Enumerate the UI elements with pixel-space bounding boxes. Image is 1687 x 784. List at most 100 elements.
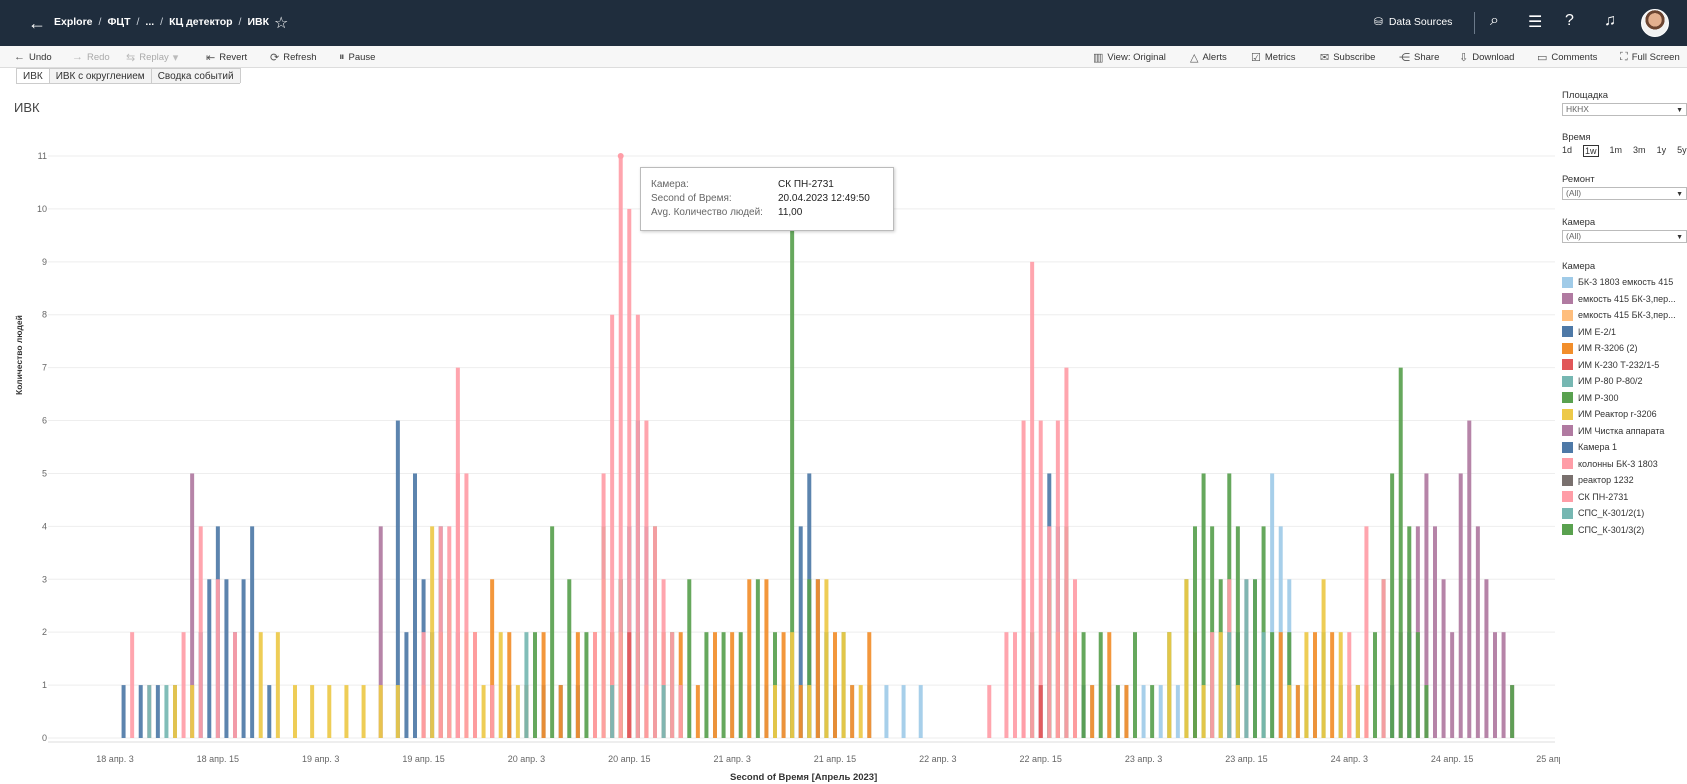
chart-mark[interactable]	[404, 632, 409, 738]
chart-mark[interactable]	[147, 685, 152, 738]
chart-mark[interactable]	[670, 632, 675, 738]
chart-mark[interactable]	[1295, 685, 1300, 738]
breadcrumb-workbook[interactable]: КЦ детектор	[169, 16, 232, 28]
chart-mark[interactable]	[1347, 632, 1352, 738]
chart-mark[interactable]	[155, 685, 160, 738]
chart-mark[interactable]	[781, 632, 786, 738]
chart-mark[interactable]	[1415, 632, 1420, 738]
repair-filter-select[interactable]: (All) ▼	[1562, 187, 1687, 200]
legend-item[interactable]: СПС_К-301/2(1)	[1562, 505, 1687, 522]
chart-mark[interactable]	[258, 632, 263, 738]
legend-item[interactable]: ИМ Реактор r-3206	[1562, 406, 1687, 423]
chart-mark[interactable]	[138, 685, 143, 738]
chart-mark[interactable]	[1433, 526, 1437, 738]
chart-mark[interactable]	[635, 314, 640, 738]
chart-mark[interactable]	[395, 685, 400, 738]
chart-mark[interactable]	[1210, 632, 1215, 738]
time-button-1y[interactable]: 1y	[1657, 145, 1667, 157]
chart-mark[interactable]	[267, 685, 272, 738]
download-button[interactable]: ⇩ Download	[1459, 51, 1514, 64]
chart-mark[interactable]	[413, 473, 417, 738]
chart-mark[interactable]	[1355, 685, 1360, 738]
chart-mark[interactable]	[250, 526, 255, 738]
chart-mark[interactable]	[173, 685, 177, 738]
chart-mark[interactable]	[473, 632, 477, 738]
chart-mark[interactable]	[1373, 632, 1377, 738]
chart-mark[interactable]	[713, 632, 717, 738]
chart-mark[interactable]	[1133, 632, 1137, 738]
legend-item[interactable]: ИМ К-230 Т-232/1-5	[1562, 357, 1687, 374]
chart-mark[interactable]	[687, 579, 692, 738]
chart-mark[interactable]	[293, 685, 297, 738]
chart-mark[interactable]	[1193, 526, 1197, 738]
chart-mark[interactable]	[481, 685, 486, 738]
tab-ivk[interactable]: ИВК	[16, 68, 50, 83]
chart-mark[interactable]	[755, 579, 760, 738]
replay-button[interactable]: ⇆ Replay ▾	[126, 51, 178, 64]
chart-mark[interactable]	[1098, 632, 1103, 738]
chart-mark[interactable]	[164, 685, 169, 738]
chart-mark[interactable]	[215, 579, 220, 738]
chart-mark[interactable]	[1407, 526, 1412, 738]
legend-item[interactable]: ИМ Е-2/1	[1562, 324, 1687, 341]
chart-mark[interactable]	[327, 685, 332, 738]
chart-mark[interactable]	[584, 632, 589, 738]
chart-mark[interactable]	[738, 632, 743, 738]
chart-mark[interactable]	[807, 685, 812, 738]
time-button-3m[interactable]: 3m	[1633, 145, 1646, 157]
chart-mark[interactable]	[421, 632, 426, 738]
chart-mark[interactable]	[1304, 632, 1309, 738]
view-original-button[interactable]: ▥ View: Original	[1093, 51, 1166, 64]
chart-mark[interactable]	[1278, 632, 1283, 738]
chart-mark[interactable]	[1510, 685, 1515, 738]
chart-mark[interactable]	[1021, 420, 1026, 738]
chart-mark[interactable]	[1227, 632, 1232, 738]
chart-mark[interactable]	[533, 632, 537, 738]
chart-mark[interactable]	[798, 685, 803, 738]
chart-mark[interactable]	[721, 632, 726, 738]
chart-mark[interactable]	[1218, 632, 1223, 738]
alerts-button[interactable]: △ Alerts	[1190, 51, 1227, 64]
chart-mark[interactable]	[987, 685, 992, 738]
chart-mark[interactable]	[1141, 685, 1146, 738]
chart-mark[interactable]	[1150, 685, 1155, 738]
series-3[interactable]	[421, 579, 1369, 738]
legend-item[interactable]: БК-3 1803 емкость 415	[1562, 274, 1687, 291]
chart-mark[interactable]	[1501, 632, 1506, 738]
chart-mark[interactable]	[1484, 579, 1489, 738]
chart-mark[interactable]	[833, 632, 837, 738]
chart-mark[interactable]	[1167, 632, 1172, 738]
chart-mark[interactable]	[858, 685, 863, 738]
chart-mark[interactable]	[764, 579, 769, 738]
refresh-button[interactable]: ⟳ Refresh	[270, 51, 316, 64]
chart-mark[interactable]	[1107, 632, 1112, 738]
help-icon[interactable]: ?	[1565, 12, 1574, 30]
chart-mark[interactable]	[730, 632, 735, 738]
chart-mark[interactable]	[1158, 685, 1163, 738]
chart-mark[interactable]	[1047, 526, 1052, 738]
chart-mark[interactable]	[1038, 685, 1043, 738]
chart-mark[interactable]	[1124, 685, 1129, 738]
legend-item[interactable]: ИМ Р-300	[1562, 390, 1687, 407]
chart-mark[interactable]	[1253, 579, 1257, 738]
chart-mark[interactable]	[1081, 632, 1086, 738]
highlighted-point[interactable]	[617, 153, 624, 159]
chart-mark[interactable]	[747, 579, 752, 738]
chart-mark[interactable]	[1184, 579, 1189, 738]
chart-mark[interactable]	[241, 579, 246, 738]
time-button-5y[interactable]: 5y	[1677, 145, 1687, 157]
chart-mark[interactable]	[310, 685, 315, 738]
chart-mark[interactable]	[1450, 632, 1455, 738]
search-icon[interactable]: ⌕	[1490, 12, 1499, 30]
time-button-1m[interactable]: 1m	[1610, 145, 1623, 157]
legend-item[interactable]: емкость 415 БК-3,пер...	[1562, 307, 1687, 324]
chart-mark[interactable]	[1467, 420, 1472, 738]
chart-mark[interactable]	[1064, 367, 1069, 738]
chart-mark[interactable]	[524, 632, 529, 738]
chart-mark[interactable]	[464, 473, 469, 738]
chart-mark[interactable]	[207, 579, 212, 738]
chart-mark[interactable]	[233, 632, 237, 738]
chart-mark[interactable]	[1475, 526, 1480, 738]
chart-mark[interactable]	[850, 685, 855, 738]
chart-mark[interactable]	[1244, 579, 1249, 738]
